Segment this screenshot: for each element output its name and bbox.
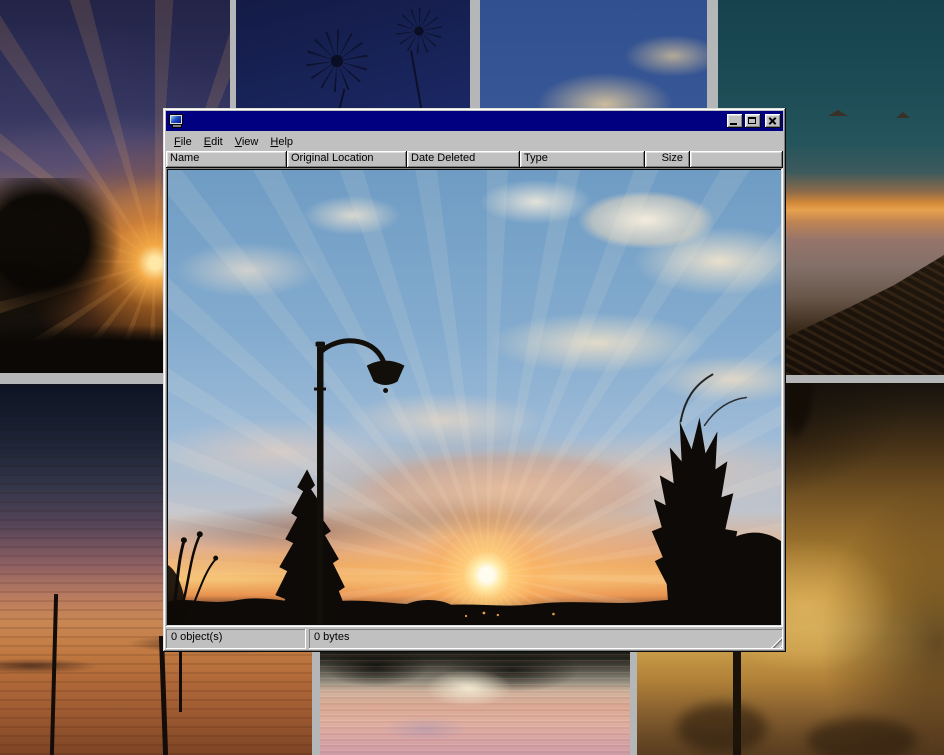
status-bar: 0 object(s) 0 bytes: [166, 627, 783, 649]
islet-silhouette: [896, 112, 910, 118]
menu-bar: File Edit View Help: [166, 131, 783, 151]
recycle-bin-window: File Edit View Help Name Original Locati…: [163, 108, 786, 652]
computer-monitor-icon: [168, 114, 184, 129]
column-header-name[interactable]: Name: [166, 151, 287, 168]
column-header-filler: [690, 151, 783, 168]
lamp-lantern: [367, 361, 405, 385]
building-silhouette: [518, 609, 536, 617]
menu-view[interactable]: View: [229, 134, 265, 150]
desktop: { "desktop": { "wallpaper": { "descripti…: [0, 0, 944, 755]
column-header-original-location[interactable]: Original Location: [287, 151, 407, 168]
cypress-tree-silhouette: [275, 469, 349, 625]
menu-edit[interactable]: Edit: [198, 134, 229, 150]
status-object-count: 0 object(s): [166, 629, 306, 649]
minimize-icon: [730, 123, 737, 125]
building-silhouette: [462, 607, 476, 615]
minimize-button[interactable]: [727, 114, 743, 128]
lamp-lantern-tip: [383, 388, 388, 393]
islet-silhouette: [828, 110, 848, 116]
sunset-lamppost-photo: [168, 170, 781, 625]
maximize-icon: [748, 117, 756, 124]
pole-silhouette: [50, 594, 58, 755]
file-list-area[interactable]: [166, 168, 783, 627]
column-header-size[interactable]: Size: [645, 151, 690, 168]
flower-umbel-silhouette: [396, 8, 442, 54]
close-icon: [768, 117, 777, 125]
bokeh-shadow: [807, 718, 917, 755]
column-header-date-deleted[interactable]: Date Deleted: [407, 151, 520, 168]
building-silhouette: [569, 608, 581, 617]
bokeh-shadow: [677, 703, 767, 753]
maximize-button[interactable]: [745, 114, 761, 128]
tree-wisp-silhouette: [681, 375, 713, 422]
sunset-photo-silhouettes: [168, 170, 781, 625]
tree-wisp-silhouette: [704, 398, 746, 426]
bush-silhouette: [398, 600, 458, 625]
status-size: 0 bytes: [309, 629, 783, 649]
column-header-type[interactable]: Type: [520, 151, 645, 168]
menu-file[interactable]: File: [168, 134, 198, 150]
column-header-row: Name Original Location Date Deleted Type…: [166, 151, 783, 168]
lamp-pole-finial: [316, 342, 325, 347]
lamp-pole-bracket: [314, 388, 326, 391]
flower-umbel-silhouette: [306, 30, 368, 92]
pole-silhouette: [179, 646, 182, 712]
menu-help[interactable]: Help: [264, 134, 299, 150]
close-button[interactable]: [765, 114, 781, 128]
grass-leaf-dots: [181, 531, 218, 560]
pole-silhouette: [159, 636, 168, 755]
resize-grip-icon[interactable]: [770, 636, 782, 648]
status-size-label: 0 bytes: [314, 631, 349, 643]
window-titlebar[interactable]: [166, 111, 783, 131]
